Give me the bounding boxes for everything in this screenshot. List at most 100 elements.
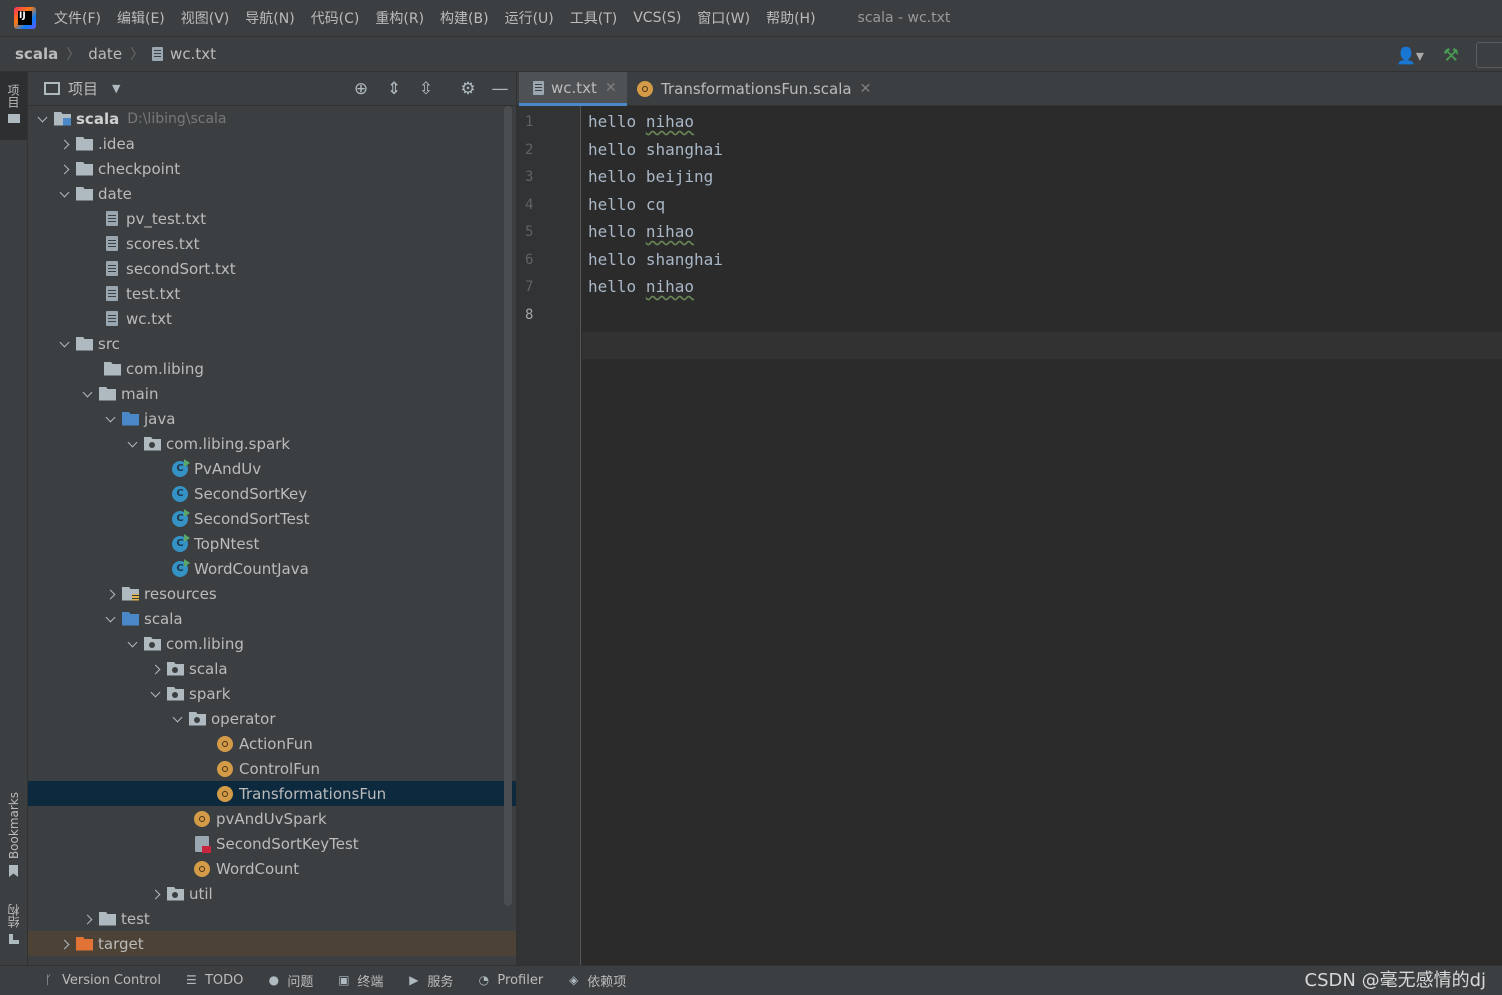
tree-node-java-class[interactable]: WordCountJava bbox=[28, 556, 516, 581]
menu-navigate[interactable]: 导航(N) bbox=[245, 8, 294, 28]
layout-toggle-icon[interactable] bbox=[1476, 42, 1502, 68]
tree-node-date[interactable]: date bbox=[28, 181, 516, 206]
tree-node-file[interactable]: wc.txt bbox=[28, 306, 516, 331]
problems-button[interactable]: ● 问题 bbox=[267, 971, 314, 991]
menu-refactor[interactable]: 重构(R) bbox=[375, 8, 424, 28]
breadcrumb-project[interactable]: scala bbox=[15, 45, 58, 63]
tree-node-target[interactable]: target bbox=[28, 931, 516, 956]
tree-node-checkpoint[interactable]: checkpoint bbox=[28, 156, 516, 181]
tree-node-scala-object[interactable]: ControlFun bbox=[28, 756, 516, 781]
gear-icon[interactable]: ⚙ bbox=[458, 79, 478, 99]
tree-node-src[interactable]: src bbox=[28, 331, 516, 356]
project-view-icon bbox=[44, 82, 60, 95]
services-button[interactable]: ▶ 服务 bbox=[407, 971, 453, 991]
breadcrumb-file[interactable]: wc.txt bbox=[152, 45, 216, 63]
code-word-typo: nihao bbox=[645, 277, 694, 296]
tree-node-scala-object-selected[interactable]: TransformationsFun bbox=[28, 781, 516, 806]
chevron-down-icon[interactable] bbox=[58, 187, 72, 201]
tree-node-package[interactable]: com.libing.spark bbox=[28, 431, 516, 456]
chevron-down-icon[interactable] bbox=[104, 412, 118, 426]
tree-node-scala-object[interactable]: ActionFun bbox=[28, 731, 516, 756]
chevron-down-icon[interactable] bbox=[171, 712, 185, 726]
breadcrumb-folder[interactable]: date bbox=[88, 45, 122, 63]
java-class-icon bbox=[172, 485, 188, 502]
project-tool-button[interactable]: 项目 bbox=[0, 72, 27, 140]
chevron-down-icon[interactable] bbox=[36, 112, 50, 126]
menu-vcs[interactable]: VCS(S) bbox=[633, 10, 681, 26]
locate-target-icon[interactable]: ⊕ bbox=[351, 79, 371, 99]
tree-node-file[interactable]: test.txt bbox=[28, 281, 516, 306]
menu-edit[interactable]: 编辑(E) bbox=[117, 8, 165, 28]
tree-node-java-class[interactable]: SecondSortTest bbox=[28, 506, 516, 531]
collapse-all-icon[interactable]: ⇳ bbox=[416, 79, 436, 99]
tree-node-package[interactable]: util bbox=[28, 881, 516, 906]
tree-node-package[interactable]: scala bbox=[28, 656, 516, 681]
tree-node-folder[interactable]: com.libing bbox=[28, 356, 516, 381]
tree-node-java[interactable]: java bbox=[28, 406, 516, 431]
version-control-button[interactable]: ᚴ Version Control bbox=[42, 973, 161, 988]
tree-node-resources[interactable]: resources bbox=[28, 581, 516, 606]
menu-tools[interactable]: 工具(T) bbox=[570, 8, 617, 28]
tree-node-java-class[interactable]: PvAndUv bbox=[28, 456, 516, 481]
bookmarks-tool-label: Bookmarks bbox=[6, 792, 21, 860]
tree-node-main[interactable]: main bbox=[28, 381, 516, 406]
menu-run[interactable]: 运行(U) bbox=[505, 8, 554, 28]
tree-node-package[interactable]: operator bbox=[28, 706, 516, 731]
tree-node-java-class[interactable]: TopNtest bbox=[28, 531, 516, 556]
window-title: scala - wc.txt bbox=[857, 10, 951, 26]
menu-code[interactable]: 代码(C) bbox=[311, 8, 360, 28]
menu-window[interactable]: 窗口(W) bbox=[697, 8, 750, 28]
tree-node-scala-file[interactable]: SecondSortKeyTest bbox=[28, 831, 516, 856]
menu-file[interactable]: 文件(F) bbox=[54, 8, 101, 28]
code-editor[interactable]: hello nihao hello shanghai hello beijing he… bbox=[582, 106, 1502, 965]
tree-node-package[interactable]: com.libing bbox=[28, 631, 516, 656]
bookmarks-tool-button[interactable]: Bookmarks bbox=[0, 792, 27, 878]
structure-tool-button[interactable]: 结构 bbox=[0, 904, 27, 944]
close-icon[interactable]: ✕ bbox=[605, 80, 617, 96]
tree-node-package[interactable]: spark bbox=[28, 681, 516, 706]
tree-node-test[interactable]: test bbox=[28, 906, 516, 931]
chevron-right-icon[interactable] bbox=[149, 662, 163, 676]
chevron-down-icon[interactable] bbox=[104, 612, 118, 626]
chevron-right-icon[interactable] bbox=[81, 912, 95, 926]
tab-transformationsfun-scala[interactable]: TransformationsFun.scala ✕ bbox=[637, 72, 877, 106]
profiler-button[interactable]: ◔ Profiler bbox=[477, 973, 544, 988]
tab-label: TransformationsFun.scala bbox=[661, 80, 852, 98]
menu-build[interactable]: 构建(B) bbox=[440, 8, 489, 28]
expand-all-icon[interactable]: ⇕ bbox=[384, 79, 404, 99]
chevron-down-icon[interactable] bbox=[58, 337, 72, 351]
menu-help[interactable]: 帮助(H) bbox=[766, 8, 815, 28]
chevron-right-icon[interactable] bbox=[58, 162, 72, 176]
chevron-down-icon[interactable] bbox=[149, 687, 163, 701]
tree-node-file[interactable]: scores.txt bbox=[28, 231, 516, 256]
chevron-right-icon[interactable] bbox=[149, 887, 163, 901]
tree-node-scala-object[interactable]: pvAndUvSpark bbox=[28, 806, 516, 831]
tree-node-java-class[interactable]: SecondSortKey bbox=[28, 481, 516, 506]
chevron-down-icon[interactable] bbox=[126, 637, 140, 651]
close-icon[interactable]: ✕ bbox=[860, 81, 872, 97]
tree-node-scala-object[interactable]: WordCount bbox=[28, 856, 516, 881]
terminal-button[interactable]: ▣ 终端 bbox=[337, 971, 383, 991]
tree-node-idea[interactable]: .idea bbox=[28, 131, 516, 156]
chevron-right-icon[interactable] bbox=[104, 587, 118, 601]
menu-view[interactable]: 视图(V) bbox=[181, 8, 230, 28]
chevron-down-icon[interactable]: ▼ bbox=[112, 82, 120, 95]
dependencies-button[interactable]: ◈ 依赖项 bbox=[567, 971, 626, 991]
minimize-icon[interactable]: — bbox=[490, 79, 510, 99]
chevron-down-icon[interactable] bbox=[126, 437, 140, 451]
scala-object-icon bbox=[194, 860, 210, 877]
tree-node-file[interactable]: pv_test.txt bbox=[28, 206, 516, 231]
tab-wc-txt[interactable]: wc.txt ✕ bbox=[519, 72, 627, 106]
build-hammer-icon[interactable]: ⚒ bbox=[1440, 45, 1462, 66]
project-panel-title[interactable]: 项目 bbox=[68, 78, 98, 99]
tree-node-file[interactable]: secondSort.txt bbox=[28, 256, 516, 281]
chevron-right-icon[interactable] bbox=[58, 137, 72, 151]
chevron-down-icon[interactable] bbox=[81, 387, 95, 401]
tree-node-project-root[interactable]: scala D:\libing\scala bbox=[28, 106, 516, 131]
tree-node-label: operator bbox=[211, 709, 276, 728]
todo-button[interactable]: ☰ TODO bbox=[185, 973, 243, 988]
user-account-icon[interactable]: 👤▾ bbox=[1396, 45, 1426, 65]
tree-scrollbar[interactable] bbox=[504, 106, 512, 906]
tree-node-scala-src[interactable]: scala bbox=[28, 606, 516, 631]
chevron-right-icon[interactable] bbox=[58, 937, 72, 951]
